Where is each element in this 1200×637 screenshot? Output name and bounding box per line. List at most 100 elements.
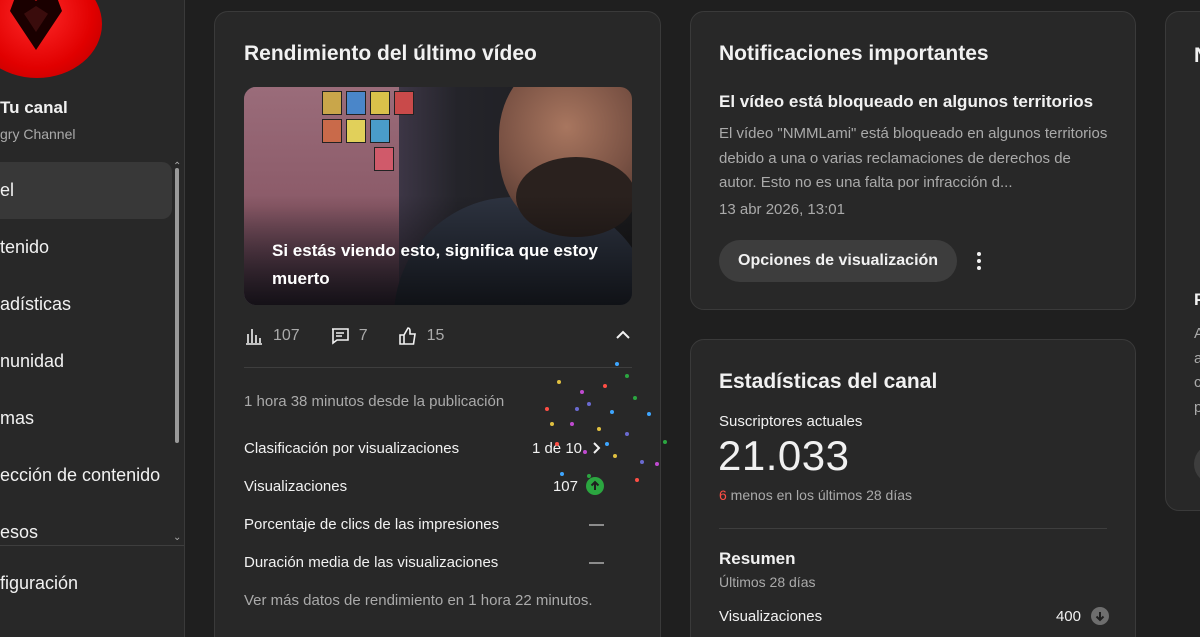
notification-date: 13 abr 2026, 13:01: [719, 201, 845, 218]
card-divider: [244, 367, 632, 368]
metric-label: Duración media de las visualizaciones: [244, 553, 499, 571]
sidebar-item-subtitles[interactable]: mas: [0, 390, 172, 447]
card-divider: [719, 528, 1107, 529]
sidebar-item-label: tenido: [0, 237, 50, 257]
latest-video-card: Rendimiento del último vídeo Si estás vi…: [214, 11, 667, 637]
confetti-dot: [603, 384, 607, 388]
confetti-dot: [625, 374, 629, 378]
sidebar-item-label: ección de contenido: [0, 465, 161, 485]
card-title: Notificaciones importantes: [719, 42, 989, 65]
comment-icon: [331, 328, 349, 345]
comments-count: 7: [358, 327, 368, 344]
more-vert-icon[interactable]: [971, 250, 987, 272]
scroll-down-icon[interactable]: ⌄: [173, 533, 181, 543]
metric-value: —: [589, 553, 604, 571]
partial-line: c: [1194, 374, 1200, 391]
confetti-dot: [550, 422, 554, 426]
metric-views: Visualizaciones 107: [244, 474, 604, 498]
confetti-dot: [633, 396, 637, 400]
video-title: Si estás viendo esto, significa que esto…: [272, 241, 598, 288]
sidebar-item-label: figuración: [0, 572, 79, 593]
sidebar-item-community[interactable]: nunidad: [0, 333, 172, 390]
chevron-up-icon[interactable]: [614, 326, 632, 344]
video-thumbnail[interactable]: Si estás viendo esto, significa que esto…: [244, 87, 632, 305]
sidebar-scrollbar[interactable]: [175, 168, 179, 443]
confetti-dot: [575, 407, 579, 411]
video-quick-stats: 107 7 15: [244, 324, 632, 348]
partial-right-card: N P A a c p: [1165, 11, 1200, 511]
metric-avg-duration: Duración media de las visualizaciones —: [244, 550, 604, 574]
metric-value: 107: [552, 477, 578, 495]
more-data-note: Ver más datos de rendimiento en 1 hora 2…: [244, 592, 593, 609]
view-options-button[interactable]: Opciones de visualización: [719, 240, 958, 282]
confetti-dot: [625, 432, 629, 436]
confetti-dot: [580, 390, 584, 394]
metric-label: Porcentaje de clics de las impresiones: [244, 515, 500, 533]
confetti-dot: [647, 412, 651, 416]
channel-avatar[interactable]: [0, 0, 102, 78]
sidebar-item-label: esos: [0, 522, 39, 542]
metric-value-wrapper: 1 de 10: [532, 440, 604, 457]
summary-period: Últimos 28 días: [719, 574, 816, 590]
thumbnail-poster: [374, 147, 394, 171]
views-count: 107: [273, 327, 300, 344]
sidebar-item-settings[interactable]: figuración: [0, 565, 78, 601]
sidebar-item-content[interactable]: tenido: [0, 219, 172, 276]
sidebar-item-earnings[interactable]: esos: [0, 504, 172, 561]
sidebar-item-label: nunidad: [0, 351, 65, 371]
partial-line: p: [1194, 398, 1200, 416]
confetti-dot: [597, 427, 601, 431]
thumbnail-poster: [370, 119, 390, 143]
confetti-dot: [587, 474, 591, 478]
card-title: Rendimiento del último vídeo: [244, 42, 537, 65]
chevron-right-icon[interactable]: [590, 441, 604, 455]
summary-views-row: Visualizaciones 400: [719, 607, 1109, 625]
notification-body: El vídeo "NMMLami" está bloqueado en alg…: [719, 125, 1108, 191]
summary-views-value: 400: [1055, 607, 1081, 625]
likes-count: 15: [426, 327, 445, 344]
change-number: 6: [719, 487, 727, 503]
comments-stat: 7: [330, 326, 368, 346]
thumbnail-poster: [394, 91, 414, 115]
sidebar-item-analytics[interactable]: adísticas: [0, 276, 172, 333]
subscribers-label: Suscriptores actuales: [719, 413, 863, 430]
partial-body: A a c p: [1194, 322, 1200, 420]
sidebar-item-label: mas: [0, 408, 35, 428]
confetti-dot: [615, 362, 619, 366]
sidebar: Tu canal gry Channel el tenido adísticas…: [0, 0, 185, 637]
thumbs-up-icon: [398, 327, 416, 345]
bar-chart-icon: [246, 329, 262, 345]
confetti-dot: [560, 472, 564, 476]
summary-title: Resumen: [719, 549, 796, 568]
confetti-dot: [655, 462, 659, 466]
sidebar-item-panel[interactable]: el: [0, 162, 172, 219]
confetti-dot: [545, 407, 549, 411]
confetti-dot: [555, 442, 559, 446]
confetti-dot: [570, 422, 574, 426]
confetti-dot: [640, 460, 644, 464]
notification-heading: El vídeo está bloqueado en algunos terri…: [719, 92, 1094, 111]
notifications-card: Notificaciones importantes El vídeo está…: [690, 11, 1136, 310]
subscribers-change: 6 menos en los últimos 28 días: [719, 487, 912, 503]
confetti-dot: [587, 402, 591, 406]
thumbnail-poster: [346, 119, 366, 143]
arrow-down-icon: [1091, 607, 1109, 625]
thumbnail-poster: [322, 91, 342, 115]
metric-value-wrapper: 107: [553, 477, 604, 495]
thumbnail-poster: [370, 91, 390, 115]
metric-ctr: Porcentaje de clics de las impresiones —: [244, 512, 604, 536]
sidebar-item-content-detection[interactable]: ección de contenido: [0, 447, 172, 504]
thumbnail-poster: [346, 91, 366, 115]
partial-button[interactable]: [1194, 444, 1200, 484]
thumbnail-poster: [322, 119, 342, 143]
change-text: menos en los últimos 28 días: [726, 487, 913, 503]
sidebar-item-label: adísticas: [0, 294, 72, 314]
channel-title: Tu canal: [0, 98, 68, 117]
partial-title: N: [1194, 44, 1200, 68]
views-stat: 107: [244, 326, 300, 346]
confetti-dot: [557, 380, 561, 384]
confetti-dot: [613, 454, 617, 458]
sidebar-nav: el tenido adísticas nunidad mas ección d…: [0, 162, 172, 561]
likes-stat: 15: [398, 326, 445, 346]
metric-ranking[interactable]: Clasificación por visualizaciones 1 de 1…: [244, 436, 604, 460]
